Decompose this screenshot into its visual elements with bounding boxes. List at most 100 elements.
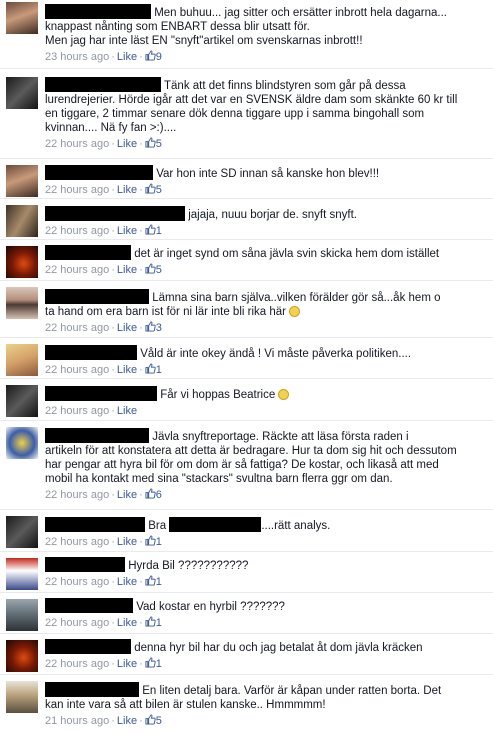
comment-feed: Men buhuu... jag sitter och ersätter inb…: [0, 0, 493, 732]
like-count[interactable]: 6: [156, 489, 162, 501]
comment-text: jajaja, nuuu borjar de. snyft snyft.: [45, 206, 487, 222]
redacted-author-name[interactable]: [45, 77, 161, 92]
redacted-author-name[interactable]: [45, 165, 153, 180]
redacted-author-name[interactable]: [45, 639, 131, 654]
like-count[interactable]: 1: [156, 617, 162, 629]
comment-text: En liten detalj bara. Varför är kåpan un…: [45, 682, 487, 712]
flag-avatar[interactable]: [6, 558, 38, 590]
redacted-author-name[interactable]: [45, 598, 133, 613]
like-count[interactable]: 1: [156, 536, 162, 548]
comment-line: lurendrejerier. Hörde igår att det var e…: [45, 94, 458, 106]
comment-text: Var hon inte SD innan så kanske hon blev…: [45, 165, 487, 181]
timestamp[interactable]: 22 hours ago: [45, 576, 109, 588]
like-link[interactable]: Like: [117, 264, 137, 276]
like-link[interactable]: Like: [117, 51, 137, 63]
like-link[interactable]: Like: [117, 536, 137, 548]
timestamp[interactable]: 21 hours ago: [45, 715, 109, 727]
comment: jajaja, nuuu borjar de. snyft snyft. 22 …: [0, 198, 493, 239]
comment-meta: 23 hours ago · Like · 9: [45, 50, 162, 63]
redacted-author-name[interactable]: [45, 345, 137, 360]
comment-meta: 21 hours ago · Like · 5: [45, 714, 162, 727]
timestamp[interactable]: 22 hours ago: [45, 489, 109, 501]
comment: Hyrda Bil ??????????? 22 hours ago · Like ·…: [0, 551, 493, 592]
redacted-author-name[interactable]: [45, 517, 145, 532]
timestamp[interactable]: 22 hours ago: [45, 264, 109, 276]
redacted-mention[interactable]: [169, 517, 262, 532]
comment-text: Får vi hoppas Beatrice: [45, 386, 487, 402]
thumbs-up-icon: [145, 616, 156, 627]
like-count[interactable]: 3: [156, 322, 162, 334]
like-link[interactable]: Like: [117, 576, 137, 588]
comment-line: kvinnan.... Nä fy fan >:)....: [45, 122, 177, 134]
thumbs-up-icon: [145, 657, 156, 668]
motorcycle-avatar[interactable]: [6, 77, 38, 109]
timestamp[interactable]: 22 hours ago: [45, 322, 109, 334]
comment-text: Tänk att det finns blindstyren som går p…: [45, 77, 487, 135]
comment-line: Var hon inte SD innan så kanske hon blev…: [156, 168, 380, 180]
red-glow-avatar[interactable]: [6, 246, 38, 278]
comment-meta: 22 hours ago · Like · 6: [45, 488, 162, 501]
comment-line: knappast nånting som ENBART dessa blir u…: [45, 21, 310, 33]
redacted-author-name[interactable]: [45, 289, 149, 304]
redacted-author-name[interactable]: [45, 4, 151, 19]
redacted-author-name[interactable]: [45, 386, 157, 401]
comment-meta: 22 hours ago · Like · 5: [45, 137, 162, 150]
timestamp[interactable]: 22 hours ago: [45, 617, 109, 629]
comment-line: det är inget synd om såna jävla svin ski…: [134, 248, 440, 260]
redacted-author-name[interactable]: [45, 428, 149, 443]
timestamp[interactable]: 22 hours ago: [45, 405, 109, 417]
redacted-author-name[interactable]: [45, 557, 125, 572]
like-count[interactable]: 5: [156, 138, 162, 150]
comment: Vad kostar en hyrbil ??????? 22 hours ag…: [0, 592, 493, 633]
like-link[interactable]: Like: [117, 184, 137, 196]
like-count[interactable]: 1: [156, 225, 162, 237]
redacted-author-name[interactable]: [45, 245, 131, 260]
redacted-author-name[interactable]: [45, 206, 185, 221]
timestamp[interactable]: 22 hours ago: [45, 184, 109, 196]
like-count[interactable]: 1: [156, 658, 162, 670]
comment-line: Bra: [148, 520, 167, 532]
like-link[interactable]: Like: [117, 489, 137, 501]
like-count[interactable]: 5: [156, 264, 162, 276]
like-count[interactable]: 5: [156, 184, 162, 196]
crest-flags-avatar[interactable]: [6, 427, 38, 459]
woman-portrait-avatar[interactable]: [6, 2, 38, 34]
like-link[interactable]: Like: [117, 715, 137, 727]
comment: En liten detalj bara. Varför är kåpan un…: [0, 674, 493, 732]
timestamp[interactable]: 22 hours ago: [45, 658, 109, 670]
redacted-author-name[interactable]: [45, 682, 139, 697]
timestamp[interactable]: 23 hours ago: [45, 51, 109, 63]
car-avatar[interactable]: [6, 599, 38, 631]
like-count[interactable]: 9: [156, 51, 162, 63]
timestamp[interactable]: 22 hours ago: [45, 364, 109, 376]
comment-line: Men jag har inte läst EN "snyft"artikel …: [45, 35, 363, 47]
like-count[interactable]: 1: [156, 576, 162, 588]
red-glow-avatar[interactable]: [6, 640, 38, 672]
like-count[interactable]: 5: [156, 715, 162, 727]
like-count[interactable]: 1: [156, 364, 162, 376]
like-link[interactable]: Like: [117, 617, 137, 629]
comment-text: Bra ....rätt analys.: [45, 517, 487, 533]
timestamp[interactable]: 22 hours ago: [45, 138, 109, 150]
comment-meta: 22 hours ago · Like · 1: [45, 535, 162, 548]
comment-meta: 22 hours ago · Like · 1: [45, 224, 162, 237]
like-link[interactable]: Like: [117, 658, 137, 670]
man-portrait-avatar[interactable]: [6, 681, 38, 713]
motorcycle-avatar[interactable]: [6, 385, 38, 417]
comment-text: Men buhuu... jag sitter och ersätter inb…: [45, 4, 487, 48]
blonde-woman-avatar[interactable]: [6, 344, 38, 376]
like-link[interactable]: Like: [117, 364, 137, 376]
timestamp[interactable]: 22 hours ago: [45, 225, 109, 237]
comment-meta: 22 hours ago · Like · 3: [45, 321, 162, 334]
motorcycle-avatar[interactable]: [6, 516, 38, 548]
like-link[interactable]: Like: [117, 138, 137, 150]
eye-closeup-avatar[interactable]: [6, 287, 38, 319]
like-link[interactable]: Like: [117, 405, 137, 417]
comment-line: mobil ha kontakt med sina "stackars" svu…: [45, 473, 393, 485]
two-faces-avatar[interactable]: [6, 205, 38, 237]
timestamp[interactable]: 22 hours ago: [45, 536, 109, 548]
comment-text: denna hyr bil har du och jag betalat åt …: [45, 639, 487, 655]
woman-portrait-avatar[interactable]: [6, 165, 38, 197]
like-link[interactable]: Like: [117, 225, 137, 237]
like-link[interactable]: Like: [117, 322, 137, 334]
